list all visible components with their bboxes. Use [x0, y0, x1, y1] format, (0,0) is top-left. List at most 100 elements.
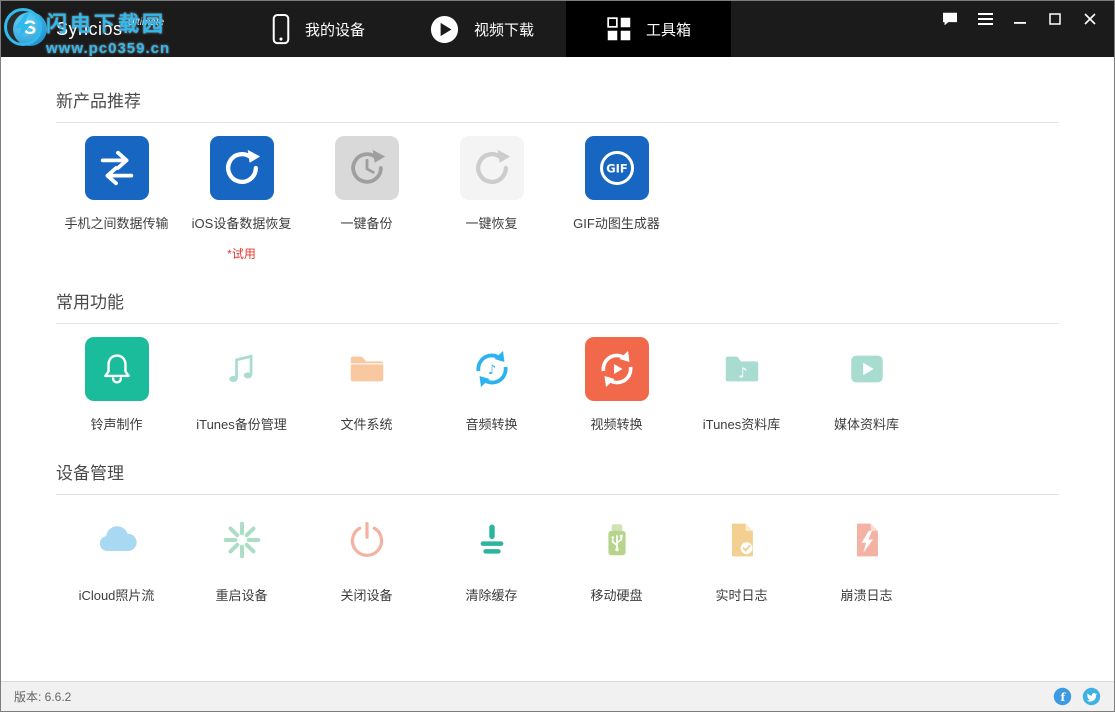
tool-label: GIF动图生成器	[573, 213, 660, 232]
tool-label: iOS设备数据恢复	[192, 213, 292, 232]
transfer-arrows-icon	[85, 136, 149, 200]
folder-icon	[335, 337, 399, 401]
folder-note-icon: ♪	[710, 337, 774, 401]
section-title: 设备管理	[56, 459, 1059, 484]
svg-text:GIF: GIF	[606, 162, 628, 176]
feedback-message-button[interactable]	[942, 12, 958, 26]
play-icon	[429, 14, 460, 45]
restart-burst-icon	[210, 508, 274, 572]
tool-tile[interactable]: 一键备份	[306, 136, 427, 262]
tool-label: iCloud照片流	[79, 585, 155, 604]
tool-label: 文件系统	[340, 414, 392, 433]
tool-tile[interactable]: iOS设备数据恢复 *试用	[181, 136, 302, 262]
app-logo-area: S Syncios Ultimate	[1, 1, 239, 57]
svg-text:♪: ♪	[738, 366, 747, 382]
syncios-logo-icon: S	[13, 12, 47, 46]
tool-label: 媒体资料库	[834, 414, 899, 433]
section-title: 新产品推荐	[56, 87, 1059, 112]
section-title: 常用功能	[56, 288, 1059, 313]
twitter-icon[interactable]	[1082, 687, 1101, 706]
tool-tile[interactable]: 崩溃日志	[806, 508, 927, 604]
audio-convert-icon: ♪	[460, 337, 524, 401]
tool-label: iTunes备份管理	[196, 414, 287, 433]
tile-row: iCloud照片流 重启设备 关闭设备 清除缓存 移动硬盘 实时日志 崩溃日志	[56, 508, 1059, 604]
tab-我的设备[interactable]: 我的设备	[239, 1, 397, 57]
tool-label: 一键恢复	[465, 213, 517, 232]
section-divider	[56, 323, 1059, 324]
tab-label: 我的设备	[305, 19, 365, 40]
tool-tile[interactable]: 一键恢复	[431, 136, 552, 262]
tool-tile[interactable]: GIF GIF动图生成器	[556, 136, 677, 262]
usb-drive-icon	[585, 508, 649, 572]
grid-icon	[606, 16, 632, 42]
tab-label: 视频下载	[474, 19, 534, 40]
bell-icon	[85, 337, 149, 401]
phone-icon	[271, 13, 291, 46]
social-links: f	[1053, 687, 1101, 706]
tool-tile[interactable]: ♪ iTunes资料库	[681, 337, 802, 433]
video-convert-icon	[585, 337, 649, 401]
tab-label: 工具箱	[646, 19, 691, 40]
tool-tile[interactable]: 视频转换	[556, 337, 677, 433]
minimize-button[interactable]	[1012, 12, 1028, 26]
music-note-icon	[210, 337, 274, 401]
tool-label: 铃声制作	[90, 414, 142, 433]
main-nav: 我的设备 视频下载 工具箱	[239, 1, 731, 57]
section-divider	[56, 494, 1059, 495]
title-bar: S Syncios Ultimate 我的设备 视频下载 工具箱	[1, 1, 1114, 57]
tool-tile[interactable]: 铃声制作	[56, 337, 177, 433]
tool-label: iTunes资料库	[703, 414, 781, 433]
tool-label: 手机之间数据传输	[64, 213, 168, 232]
tool-label: 一键备份	[340, 213, 392, 232]
tab-视频下载[interactable]: 视频下载	[397, 1, 566, 57]
toolbox-content: 新产品推荐手机之间数据传输 iOS设备数据恢复 *试用 一键备份 一键恢复 GIF GIF动…	[1, 57, 1114, 681]
tab-工具箱[interactable]: 工具箱	[566, 1, 731, 57]
section: 设备管理 iCloud照片流 重启设备 关闭设备 清除缓存 移动硬盘 实时日志 崩溃日志	[56, 459, 1059, 604]
power-icon	[335, 508, 399, 572]
app-title-suffix: Ultimate	[128, 17, 165, 28]
backup-clock-icon	[335, 136, 399, 200]
tile-row: 铃声制作 iTunes备份管理 文件系统 ♪ 音频转换 视频转换 ♪ iTunes资料库 媒体资…	[56, 337, 1059, 433]
tool-tile[interactable]: 重启设备	[181, 508, 302, 604]
app-window: 闪电下载园 www.pc0359.cn S Syncios Ultimate 我…	[0, 0, 1115, 712]
tool-label: 音频转换	[465, 414, 517, 433]
trial-note: *试用	[227, 245, 256, 262]
maximize-button[interactable]	[1047, 12, 1063, 26]
tool-tile[interactable]: 手机之间数据传输	[56, 136, 177, 262]
restore-icon	[210, 136, 274, 200]
media-play-icon	[835, 337, 899, 401]
window-controls	[942, 1, 1114, 57]
tool-tile[interactable]: iCloud照片流	[56, 508, 177, 604]
tool-tile[interactable]: 实时日志	[681, 508, 802, 604]
tool-label: 视频转换	[590, 414, 642, 433]
tool-tile[interactable]: 文件系统	[306, 337, 427, 433]
tool-tile[interactable]: 关闭设备	[306, 508, 427, 604]
tool-label: 移动硬盘	[590, 585, 642, 604]
facebook-icon[interactable]: f	[1053, 687, 1072, 706]
tool-label: 实时日志	[715, 585, 767, 604]
tool-tile[interactable]: 媒体资料库	[806, 337, 927, 433]
close-button[interactable]	[1082, 12, 1098, 26]
section: 新产品推荐手机之间数据传输 iOS设备数据恢复 *试用 一键备份 一键恢复 GIF GIF动…	[56, 87, 1059, 262]
doc-bolt-icon	[835, 508, 899, 572]
cloud-icon	[85, 508, 149, 572]
clean-icon	[460, 508, 524, 572]
doc-check-icon	[710, 508, 774, 572]
svg-text:♪: ♪	[487, 363, 495, 378]
section: 常用功能铃声制作 iTunes备份管理 文件系统 ♪ 音频转换 视频转换 ♪ iTunes资料…	[56, 288, 1059, 433]
tool-label: 重启设备	[215, 585, 267, 604]
section-divider	[56, 122, 1059, 123]
tile-row: 手机之间数据传输 iOS设备数据恢复 *试用 一键备份 一键恢复 GIF GIF动图生成器	[56, 136, 1059, 262]
menu-button[interactable]	[977, 12, 993, 26]
tool-tile[interactable]: iTunes备份管理	[181, 337, 302, 433]
status-bar: 版本: 6.6.2 f	[1, 681, 1114, 711]
tool-tile[interactable]: 移动硬盘	[556, 508, 677, 604]
tool-tile[interactable]: 清除缓存	[431, 508, 552, 604]
version-label: 版本: 6.6.2	[14, 688, 71, 705]
tool-label: 清除缓存	[465, 585, 517, 604]
tool-tile[interactable]: ♪ 音频转换	[431, 337, 552, 433]
gif-icon: GIF	[585, 136, 649, 200]
tool-label: 崩溃日志	[840, 585, 892, 604]
tool-label: 关闭设备	[340, 585, 392, 604]
app-title: Syncios	[56, 19, 123, 40]
